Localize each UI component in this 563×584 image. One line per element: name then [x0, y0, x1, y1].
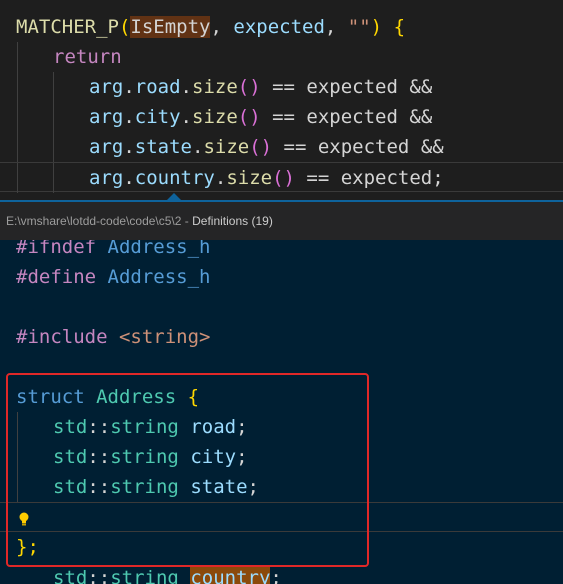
preprocessor-define: #define — [16, 266, 97, 288]
macro-arg-expected: expected — [233, 16, 325, 38]
namespace-std: std — [53, 567, 88, 584]
size-method: size — [192, 76, 238, 98]
peek-title: Definitions (19) — [192, 214, 273, 228]
code-line-blank[interactable] — [0, 292, 563, 322]
code-line-include[interactable]: #include <string> — [0, 322, 563, 352]
indent-guide — [53, 102, 54, 132]
peek-file-path[interactable]: E:\vmshare\lotdd-code\code\c5\2 — [6, 214, 181, 228]
indent-guide — [53, 72, 54, 102]
struct-highlight-box — [6, 373, 369, 567]
peek-separator: - — [181, 214, 193, 228]
field-state: state — [134, 136, 192, 158]
include-guard-name: Address_h — [107, 266, 211, 288]
comparison-text: == expected && — [283, 136, 444, 158]
indent-guide — [53, 132, 54, 162]
field-road: road — [134, 76, 181, 98]
indent-guide — [17, 102, 18, 132]
size-method: size — [203, 136, 250, 158]
comparison-text: == expected; — [306, 167, 444, 189]
arg-object: arg — [89, 106, 124, 128]
code-line-state[interactable]: arg.state.size() == expected && — [0, 132, 563, 162]
main-editor[interactable]: MATCHER_P(IsEmpty, expected, "") { retur… — [0, 0, 563, 200]
code-line-city[interactable]: arg.city.size() == expected && — [0, 102, 563, 132]
indent-guide — [17, 72, 18, 102]
indent-guide — [17, 42, 18, 72]
code-line-return[interactable]: return — [0, 42, 563, 72]
preprocessor-ifndef: #ifndef — [16, 240, 97, 258]
indent-guide — [53, 163, 54, 193]
include-file: <string> — [118, 326, 211, 348]
preprocessor-include: #include — [16, 326, 108, 348]
return-keyword: return — [53, 46, 122, 68]
comparison-text: == expected && — [272, 106, 433, 128]
arg-object: arg — [89, 76, 124, 98]
macro-arg-string: "" — [347, 16, 371, 38]
field-country-highlighted[interactable]: country — [190, 567, 271, 584]
arg-object: arg — [89, 136, 124, 158]
comparison-text: == expected && — [272, 76, 433, 98]
peek-definition-header[interactable]: E:\vmshare\lotdd-code\code\c5\2 - Defini… — [0, 200, 563, 240]
code-line-ifndef[interactable]: #ifndef Address_h — [0, 240, 563, 262]
code-line-country[interactable]: arg.country.size() == expected; — [0, 162, 563, 193]
code-line-define[interactable]: #define Address_h — [0, 262, 563, 292]
field-country: country — [134, 167, 215, 189]
macro-arg-highlighted[interactable]: IsEmpty — [130, 16, 211, 38]
peek-definition-editor[interactable]: #ifndef Address_h #define Address_h #inc… — [0, 240, 563, 584]
arg-object: arg — [89, 167, 124, 189]
macro-name[interactable]: MATCHER_P — [16, 16, 119, 38]
size-method: size — [192, 106, 238, 128]
size-method: size — [226, 167, 273, 189]
code-line-road[interactable]: arg.road.size() == expected && — [0, 72, 563, 102]
code-line-matcher[interactable]: MATCHER_P(IsEmpty, expected, "") { — [0, 12, 563, 42]
field-city: city — [134, 106, 181, 128]
type-string: string — [110, 567, 179, 584]
include-guard-name: Address_h — [107, 240, 211, 258]
indent-guide — [17, 132, 18, 162]
indent-guide — [17, 163, 18, 193]
